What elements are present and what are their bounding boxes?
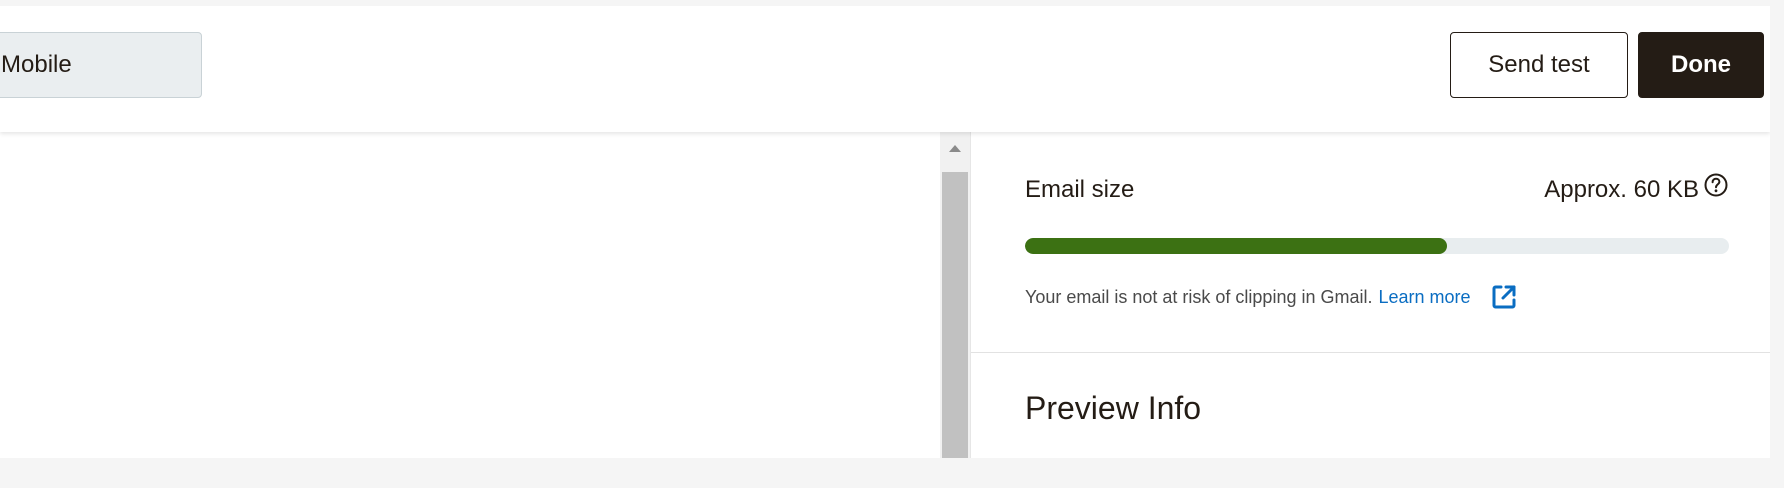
email-size-progress-bar [1025, 238, 1729, 254]
email-size-value: Approx. 60 KB [1544, 176, 1699, 203]
email-preview-window: Mobile Send test Done Email size Approx.… [0, 6, 1770, 458]
mobile-view-label: Mobile [1, 51, 72, 78]
preview-info-heading: Preview Info [1025, 390, 1202, 426]
preview-side-panel: Email size Approx. 60 KB Your email is n… [970, 132, 1770, 458]
section-divider [971, 352, 1770, 353]
preview-toolbar: Mobile Send test Done [0, 6, 1770, 132]
email-size-row: Email size Approx. 60 KB [1025, 172, 1729, 208]
learn-more-link[interactable]: Learn more [1378, 282, 1518, 312]
done-button[interactable]: Done [1638, 32, 1764, 98]
scroll-up-arrow[interactable] [940, 138, 970, 158]
scrollbar-thumb[interactable] [942, 172, 968, 458]
email-preview-canvas [0, 132, 940, 458]
preview-scrollbar[interactable] [940, 132, 970, 458]
question-circle-icon[interactable] [1703, 172, 1729, 198]
clipping-note: Your email is not at risk of clipping in… [1025, 282, 1519, 312]
send-test-button[interactable]: Send test [1450, 32, 1628, 98]
clipping-note-text: Your email is not at risk of clipping in… [1025, 286, 1373, 307]
mobile-view-toggle[interactable]: Mobile [0, 32, 202, 98]
email-size-label: Email size [1025, 176, 1135, 203]
external-link-icon [1489, 282, 1519, 312]
scroll-up-icon [949, 144, 961, 152]
email-size-progress-fill [1025, 238, 1448, 254]
learn-more-label: Learn more [1378, 286, 1471, 307]
